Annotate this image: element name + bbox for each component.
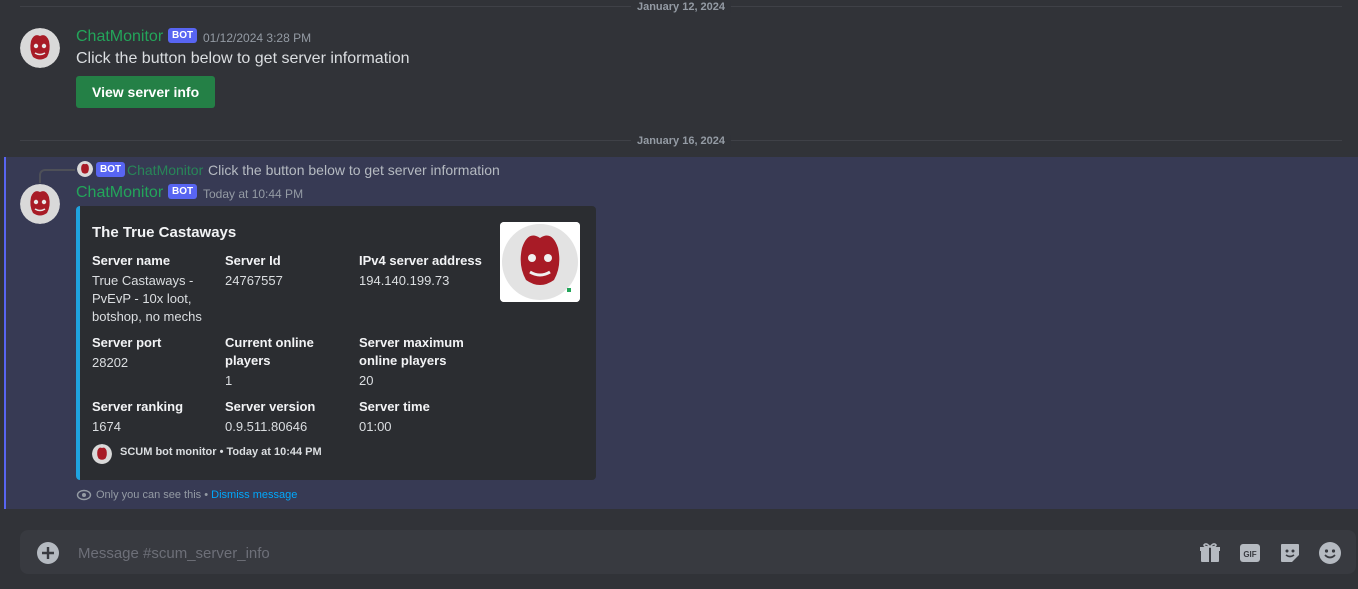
embed-thumbnail[interactable] <box>500 222 580 302</box>
field-value: 24767557 <box>225 273 283 288</box>
author-name[interactable]: ChatMonitor <box>76 28 163 46</box>
embed-footer: SCUM bot monitor • Today at 10:44 PM <box>120 446 322 458</box>
bot-tag: BOT <box>168 28 198 43</box>
field-name: Server port <box>92 335 162 350</box>
reply-author-name[interactable]: ChatMonitor <box>127 162 203 178</box>
date-divider-label: January 16, 2024 <box>630 135 732 147</box>
emoji-icon[interactable] <box>1318 541 1342 565</box>
avatar[interactable] <box>20 184 60 224</box>
reply-preview-text[interactable]: Click the button below to get server inf… <box>208 162 500 178</box>
message-timestamp: Today at 10:44 PM <box>203 187 304 201</box>
footer-icon <box>92 444 112 464</box>
reply-connector <box>39 169 75 183</box>
add-attachment-icon[interactable] <box>36 541 60 565</box>
date-divider: January 12, 2024 <box>20 1 1342 13</box>
bot-tag: BOT <box>168 184 198 199</box>
dismiss-message-link[interactable]: Dismiss message <box>211 489 297 501</box>
svg-text:GIF: GIF <box>1243 550 1256 559</box>
field-value: 28202 <box>92 355 129 370</box>
field-name: IPv4 server address <box>359 253 482 268</box>
avatar[interactable] <box>20 28 60 68</box>
ephemeral-note-text: Only you can see this • <box>96 489 209 501</box>
field-name: Server time <box>359 399 430 414</box>
field-name: Server version <box>225 399 316 414</box>
date-divider-label: January 12, 2024 <box>630 1 732 13</box>
field-name: Server Id <box>225 253 281 268</box>
message-timestamp: 01/12/2024 3:28 PM <box>203 31 312 45</box>
reply-avatar[interactable] <box>77 161 93 177</box>
field-value: 194.140.199.73 <box>359 273 450 288</box>
ephemeral-note: Only you can see this • Dismiss message <box>96 489 297 501</box>
field-name: Server maximum online players <box>359 335 464 368</box>
field-value: True Castaways - PvEvP - 10x loot, botsh… <box>92 273 202 324</box>
message-text: Click the button below to get server inf… <box>76 50 410 67</box>
field-value: 1674 <box>92 419 121 434</box>
field-name: Server name <box>92 253 171 268</box>
field-value: 20 <box>359 373 374 388</box>
field-value: 01:00 <box>359 419 392 434</box>
highlight-bar <box>4 157 6 509</box>
reply-bot-tag: BOT <box>96 162 126 177</box>
field-name: Server ranking <box>92 399 184 414</box>
field-name: Current online players <box>225 335 314 368</box>
sticker-icon[interactable] <box>1278 541 1302 565</box>
gif-icon[interactable]: GIF <box>1238 541 1262 565</box>
gift-icon[interactable] <box>1198 541 1222 565</box>
field-value: 1 <box>225 373 233 388</box>
message-input[interactable] <box>76 541 1180 565</box>
view-server-info-button[interactable]: View server info <box>76 76 216 108</box>
author-name[interactable]: ChatMonitor <box>76 184 163 202</box>
field-value: 0.9.511.80646 <box>225 419 308 434</box>
date-divider: January 16, 2024 <box>20 135 1342 147</box>
eye-icon <box>76 488 92 507</box>
embed-title: The True Castaways <box>92 224 237 241</box>
